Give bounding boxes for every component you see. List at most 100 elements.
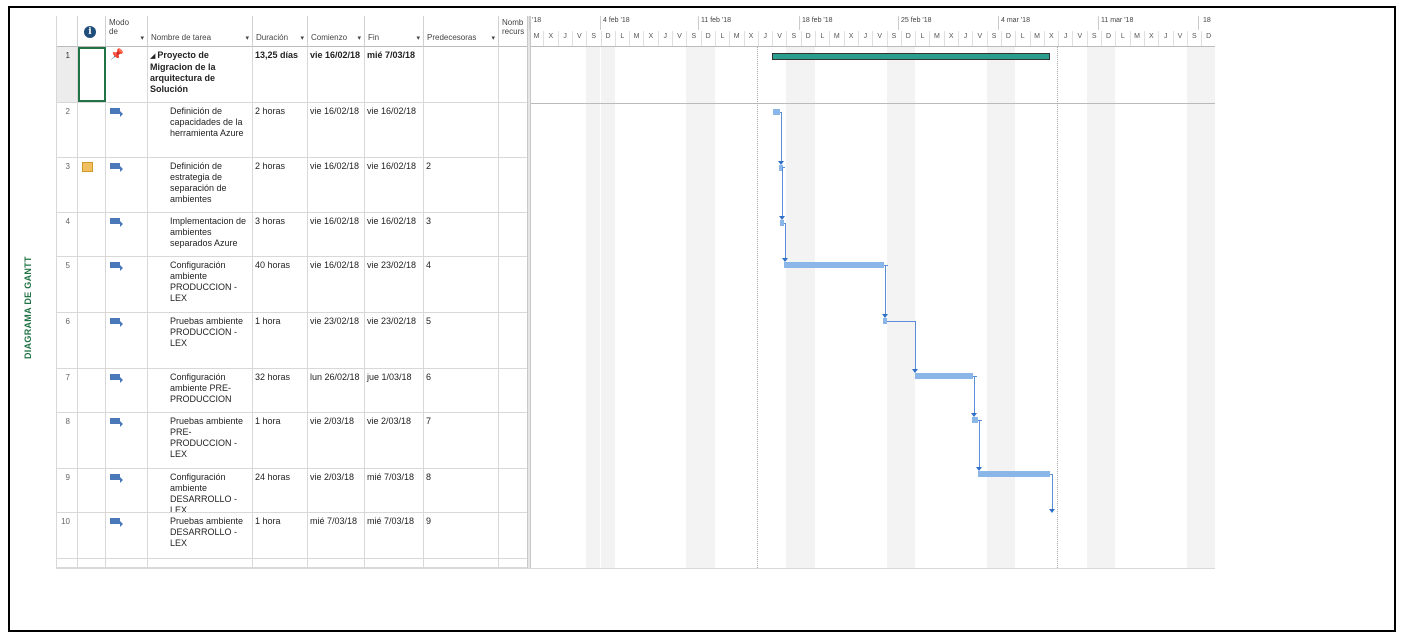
table-row[interactable]: 9 Configuración ambiente DESARROLLO - LE…	[57, 469, 528, 513]
chevron-down-icon[interactable]: ▾	[491, 34, 495, 42]
indicator-cell[interactable]	[78, 313, 106, 368]
predecessors-cell[interactable]: 4	[424, 257, 499, 312]
mode-cell[interactable]	[106, 257, 148, 312]
predecessors-cell[interactable]: 9	[424, 513, 499, 558]
start-cell[interactable]: lun 26/02/18	[308, 369, 365, 412]
start-cell[interactable]	[308, 559, 365, 567]
view-bar-label[interactable]: DIAGRAMA DE GANTT	[23, 253, 43, 363]
task-name-cell[interactable]: Pruebas ambiente PRODUCCION - LEX	[148, 313, 253, 368]
timescale[interactable]: '18 4 feb '18 11 feb '18 18 feb '18 25 f…	[529, 16, 1215, 47]
table-row[interactable]: 8 Pruebas ambiente PRE-PRODUCCION - LEX …	[57, 413, 528, 469]
duration-cell[interactable]: 2 horas	[253, 158, 308, 212]
table-row[interactable]: 3 Definición de estrategia de separación…	[57, 158, 528, 213]
indicator-cell[interactable]	[78, 47, 106, 102]
finish-cell[interactable]: mié 7/03/18	[365, 469, 424, 512]
mode-cell[interactable]	[106, 413, 148, 468]
duration-cell[interactable]: 1 hora	[253, 413, 308, 468]
task-name-cell[interactable]: Pruebas ambiente PRE-PRODUCCION - LEX	[148, 413, 253, 468]
task-name-cell[interactable]: Definición de capacidades de la herramie…	[148, 103, 253, 157]
chevron-down-icon[interactable]: ▾	[416, 34, 420, 42]
mode-cell[interactable]	[106, 313, 148, 368]
predecessors-cell[interactable]: 5	[424, 313, 499, 368]
predecessors-cell[interactable]	[424, 559, 499, 567]
resources-cell[interactable]	[499, 103, 528, 157]
task-name-cell[interactable]: Configuración ambiente PRODUCCION - LEX	[148, 257, 253, 312]
column-header-resources[interactable]: Nomb recurs	[499, 16, 528, 47]
resources-cell[interactable]	[499, 257, 528, 312]
column-header-id[interactable]	[57, 16, 78, 47]
finish-cell[interactable]: vie 16/02/18	[365, 158, 424, 212]
table-row[interactable]: 7 Configuración ambiente PRE-PRODUCCION …	[57, 369, 528, 413]
finish-cell[interactable]: vie 2/03/18	[365, 413, 424, 468]
indicator-cell[interactable]	[78, 513, 106, 558]
duration-cell[interactable]: 3 horas	[253, 213, 308, 256]
finish-cell[interactable]: mié 7/03/18	[365, 513, 424, 558]
resources-cell[interactable]	[499, 413, 528, 468]
chevron-down-icon[interactable]: ▾	[245, 34, 249, 42]
predecessors-cell[interactable]	[424, 103, 499, 157]
column-header-mode[interactable]: Modo de ▾	[106, 16, 148, 47]
predecessors-cell[interactable]	[424, 47, 499, 102]
finish-cell[interactable]: vie 23/02/18	[365, 313, 424, 368]
task-name-cell[interactable]: Pruebas ambiente DESARROLLO - LEX	[148, 513, 253, 558]
table-row[interactable]: 1 📌 ◢ Proyecto de Migracion de la arquite…	[57, 47, 528, 103]
duration-cell[interactable]: 1 hora	[253, 313, 308, 368]
column-header-predecessors[interactable]: Predecesoras ▾	[424, 16, 499, 47]
table-row[interactable]: 10 Pruebas ambiente DESARROLLO - LEX 1 h…	[57, 513, 528, 559]
mode-cell[interactable]	[106, 469, 148, 512]
start-cell[interactable]: mié 7/03/18	[308, 513, 365, 558]
mode-cell[interactable]	[106, 513, 148, 558]
indicator-cell[interactable]	[78, 103, 106, 157]
predecessors-cell[interactable]: 2	[424, 158, 499, 212]
resources-cell[interactable]	[499, 313, 528, 368]
gantt-chart[interactable]: '18 4 feb '18 11 feb '18 18 feb '18 25 f…	[529, 16, 1216, 568]
task-bar[interactable]	[978, 471, 1050, 477]
column-header-finish[interactable]: Fin ▾	[365, 16, 424, 47]
task-name-cell[interactable]: Definición de estrategia de separación d…	[148, 158, 253, 212]
duration-cell[interactable]: 40 horas	[253, 257, 308, 312]
start-cell[interactable]: vie 16/02/18	[308, 158, 365, 212]
finish-cell[interactable]: jue 1/03/18	[365, 369, 424, 412]
empty-row[interactable]	[57, 559, 528, 568]
finish-cell[interactable]: vie 16/02/18	[365, 103, 424, 157]
start-cell[interactable]: vie 16/02/18	[308, 103, 365, 157]
duration-cell[interactable]: 32 horas	[253, 369, 308, 412]
start-cell[interactable]: vie 23/02/18	[308, 313, 365, 368]
task-bar[interactable]	[784, 262, 884, 268]
task-bar[interactable]	[773, 109, 780, 115]
column-header-duration[interactable]: Duración ▾	[253, 16, 308, 47]
resources-cell[interactable]	[499, 469, 528, 512]
duration-cell[interactable]: 1 hora	[253, 513, 308, 558]
task-name-cell[interactable]: Implementacion de ambientes separados Az…	[148, 213, 253, 256]
column-header-info[interactable]: i	[78, 16, 106, 47]
duration-cell[interactable]: 24 horas	[253, 469, 308, 512]
column-header-start[interactable]: Comienzo ▾	[308, 16, 365, 47]
resources-cell[interactable]	[499, 213, 528, 256]
chevron-down-icon[interactable]: ▾	[140, 34, 144, 42]
predecessors-cell[interactable]: 6	[424, 369, 499, 412]
start-cell[interactable]: vie 2/03/18	[308, 469, 365, 512]
indicator-cell[interactable]	[78, 369, 106, 412]
note-icon[interactable]	[82, 162, 93, 172]
finish-cell[interactable]: vie 23/02/18	[365, 257, 424, 312]
table-row[interactable]: 6 Pruebas ambiente PRODUCCION - LEX 1 ho…	[57, 313, 528, 369]
start-cell[interactable]: vie 16/02/18	[308, 213, 365, 256]
mode-cell[interactable]	[106, 369, 148, 412]
indicator-cell[interactable]	[78, 213, 106, 256]
duration-cell[interactable]	[253, 559, 308, 567]
chevron-down-icon[interactable]: ▾	[357, 34, 361, 42]
duration-cell[interactable]: 2 horas	[253, 103, 308, 157]
summary-bar[interactable]	[772, 53, 1050, 60]
indicator-cell[interactable]	[78, 413, 106, 468]
column-header-name[interactable]: Nombre de tarea ▾	[148, 16, 253, 47]
mode-cell[interactable]	[106, 559, 148, 567]
chevron-down-icon[interactable]: ▾	[300, 34, 304, 42]
table-row[interactable]: 2 Definición de capacidades de la herram…	[57, 103, 528, 158]
predecessors-cell[interactable]: 7	[424, 413, 499, 468]
finish-cell[interactable]	[365, 559, 424, 567]
indicator-cell[interactable]	[78, 158, 106, 212]
resources-cell[interactable]	[499, 158, 528, 212]
indicator-cell[interactable]	[78, 257, 106, 312]
finish-cell[interactable]: mié 7/03/18	[365, 47, 424, 102]
indicator-cell[interactable]	[78, 559, 106, 567]
